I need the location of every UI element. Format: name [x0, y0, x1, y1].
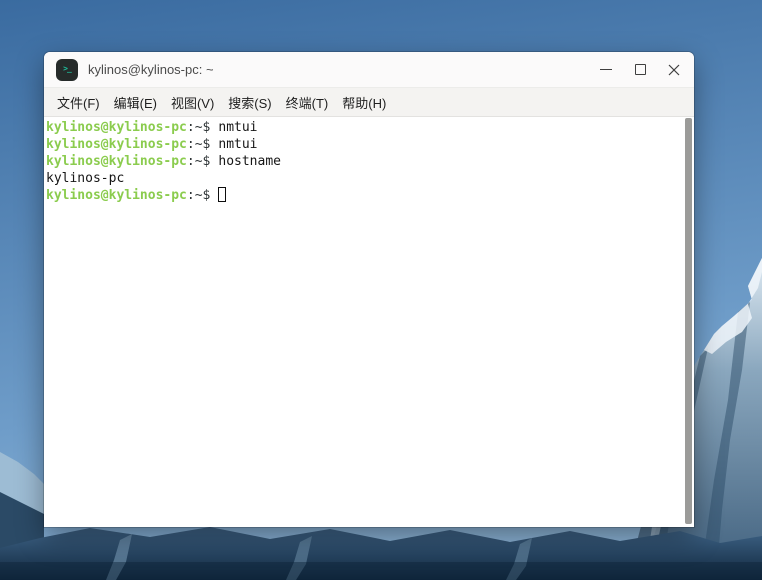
menu-item-view[interactable]: 视图(V) [171, 93, 214, 112]
minimize-button[interactable] [594, 58, 618, 82]
terminal-prompt-line: kylinos@kylinos-pc:~$ [46, 187, 680, 204]
command-text: hostname [218, 154, 281, 169]
menu-item-file[interactable]: 文件(F) [57, 93, 100, 112]
terminal-window: >_ kylinos@kylinos-pc: ~ 文件(F) 编辑(E) 视图(… [44, 52, 694, 527]
terminal-output-line: kylinos-pc [46, 170, 680, 187]
text-cursor [218, 187, 227, 202]
prompt-user: kylinos@kylinos-pc [46, 137, 187, 152]
menu-item-edit[interactable]: 编辑(E) [114, 93, 157, 112]
prompt-user: kylinos@kylinos-pc [46, 188, 187, 203]
prompt-user: kylinos@kylinos-pc [46, 120, 187, 135]
terminal-line: kylinos@kylinos-pc:~$ nmtui [46, 136, 680, 153]
menubar: 文件(F) 编辑(E) 视图(V) 搜索(S) 终端(T) 帮助(H) [44, 88, 694, 117]
menu-item-terminal[interactable]: 终端(T) [286, 93, 329, 112]
prompt-path: :~$ [186, 154, 211, 169]
prompt-path: :~$ [186, 137, 211, 152]
terminal-line: kylinos@kylinos-pc:~$ hostname [46, 153, 680, 170]
maximize-icon [634, 64, 646, 75]
terminal-icon-glyph: >_ [63, 63, 72, 73]
minimize-icon [600, 69, 612, 70]
prompt-path: :~$ [186, 188, 211, 203]
window-title: kylinos@kylinos-pc: ~ [88, 62, 214, 77]
window-controls [594, 58, 686, 82]
terminal-content[interactable]: kylinos@kylinos-pc:~$ nmtui kylinos@kylin… [44, 117, 694, 527]
close-button[interactable] [662, 58, 686, 82]
menu-item-search[interactable]: 搜索(S) [228, 93, 271, 112]
close-icon [668, 64, 680, 75]
titlebar[interactable]: >_ kylinos@kylinos-pc: ~ [44, 52, 694, 88]
scrollbar-thumb[interactable] [685, 118, 692, 524]
prompt-user: kylinos@kylinos-pc [46, 154, 187, 169]
prompt-path: :~$ [186, 120, 211, 135]
terminal-line: kylinos@kylinos-pc:~$ nmtui [46, 119, 680, 136]
menu-item-help[interactable]: 帮助(H) [342, 93, 386, 112]
maximize-button[interactable] [628, 58, 652, 82]
command-text: nmtui [218, 137, 258, 152]
desktop: >_ kylinos@kylinos-pc: ~ 文件(F) 编辑(E) 视图(… [0, 0, 762, 580]
terminal-icon: >_ [56, 58, 78, 81]
scrollbar[interactable] [685, 118, 692, 524]
command-text: nmtui [218, 120, 258, 135]
command-output: kylinos-pc [46, 171, 125, 186]
